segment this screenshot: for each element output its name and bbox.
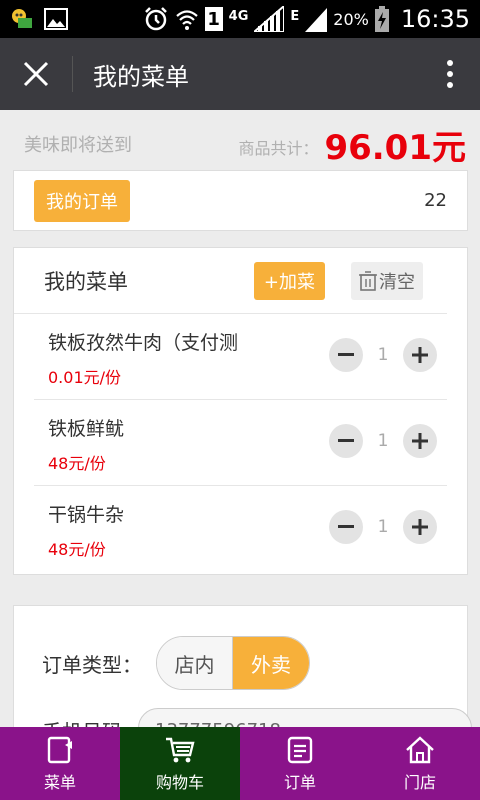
image-notification-icon (44, 8, 68, 30)
dine-in-option[interactable]: 店内 (157, 637, 233, 689)
order-type-label: 订单类型： (42, 652, 142, 677)
alarm-icon (143, 6, 169, 32)
menu-item: 铁板鲜鱿 48元/份 1 (34, 400, 447, 486)
quantity-value: 1 (377, 345, 389, 365)
takeout-option[interactable]: 外卖 (233, 637, 309, 689)
quantity-stepper: 1 (329, 424, 437, 458)
clear-menu-button[interactable]: 清空 (351, 261, 423, 300)
increase-button[interactable] (403, 338, 437, 372)
increase-button[interactable] (403, 510, 437, 544)
tab-menu[interactable]: 菜单 (0, 727, 120, 800)
order-summary: 美味即将送到 商品共计： 96.01元 (0, 120, 480, 168)
signal-icon-2 (305, 6, 328, 32)
home-icon (406, 735, 434, 763)
dish-name: 干锅牛杂 (48, 504, 125, 526)
title-bar: 我的菜单 (0, 38, 480, 110)
trash-icon (359, 270, 377, 291)
menu-header: 我的菜单 +加菜 清空 (14, 248, 447, 314)
status-bar: 1 4G E 20% 16:35 (0, 0, 480, 38)
dish-price: 0.01元/份 (48, 368, 122, 387)
plus-icon (412, 433, 428, 449)
order-list-icon (287, 736, 313, 763)
total-label: 商品共计： (238, 139, 319, 158)
increase-button[interactable] (403, 424, 437, 458)
more-vertical-icon (447, 60, 453, 88)
my-menu-card: 我的菜单 +加菜 清空 铁板孜然牛肉（支付测 0.01元/份 1 铁板鲜鱿 48… (13, 247, 468, 575)
clear-label: 清空 (379, 271, 415, 293)
total-amount: 96.01元 (324, 127, 466, 168)
dish-name: 铁板孜然牛肉（支付测 (48, 332, 239, 354)
page-title: 我的菜单 (93, 62, 189, 91)
minus-icon (338, 353, 354, 356)
network-type-label: 4G (228, 9, 249, 24)
menu-item: 铁板孜然牛肉（支付测 0.01元/份 1 (34, 314, 447, 400)
notification-app-icon (10, 7, 34, 31)
menu-title: 我的菜单 (44, 269, 128, 294)
edge-network-label: E (290, 9, 300, 24)
plus-icon (412, 347, 428, 363)
decrease-button[interactable] (329, 338, 363, 372)
orders-count: 22 (424, 190, 447, 211)
tab-store-label: 门店 (403, 772, 436, 792)
minus-icon (338, 525, 354, 528)
dish-price: 48元/份 (48, 454, 106, 473)
title-divider (72, 56, 73, 92)
decrease-button[interactable] (329, 510, 363, 544)
tab-store[interactable]: 门店 (360, 727, 480, 800)
dish-name: 铁板鲜鱿 (48, 418, 125, 440)
tab-cart-label: 购物车 (155, 772, 204, 792)
quantity-stepper: 1 (329, 338, 437, 372)
tab-orders-label: 订单 (283, 772, 316, 792)
add-dish-button[interactable]: +加菜 (253, 261, 325, 300)
more-menu-button[interactable] (420, 38, 480, 110)
battery-charging-icon (374, 6, 389, 32)
clock: 16:35 (400, 5, 470, 33)
battery-percent: 20% (333, 9, 369, 29)
bottom-tab-bar: 菜单 购物车 订单 门店 (0, 727, 480, 800)
order-type-toggle: 店内 外卖 (156, 636, 310, 690)
cart-icon (166, 737, 195, 762)
tab-orders[interactable]: 订单 (240, 727, 360, 800)
delivery-hint: 美味即将送到 (24, 135, 132, 156)
dish-price: 48元/份 (48, 540, 106, 559)
wifi-icon (175, 7, 199, 31)
my-orders-card: 我的订单 22 (13, 170, 468, 231)
menu-icon (47, 736, 72, 763)
quantity-stepper: 1 (329, 510, 437, 544)
close-icon (23, 61, 49, 87)
close-button[interactable] (0, 38, 72, 110)
sim-slot-icon: 1 (204, 7, 223, 31)
my-orders-button[interactable]: 我的订单 (34, 179, 130, 222)
decrease-button[interactable] (329, 424, 363, 458)
plus-icon (412, 519, 428, 535)
signal-icon (254, 6, 285, 32)
order-type-row: 订单类型： 店内 外卖 (42, 636, 310, 690)
minus-icon (338, 439, 354, 442)
tab-menu-label: 菜单 (43, 772, 76, 792)
tab-cart[interactable]: 购物车 (120, 727, 240, 800)
quantity-value: 1 (377, 517, 389, 537)
order-type-card: 订单类型： 店内 外卖 手机号码 13777596718 (13, 605, 472, 752)
menu-item: 干锅牛杂 48元/份 1 (34, 486, 447, 572)
quantity-value: 1 (377, 431, 389, 451)
